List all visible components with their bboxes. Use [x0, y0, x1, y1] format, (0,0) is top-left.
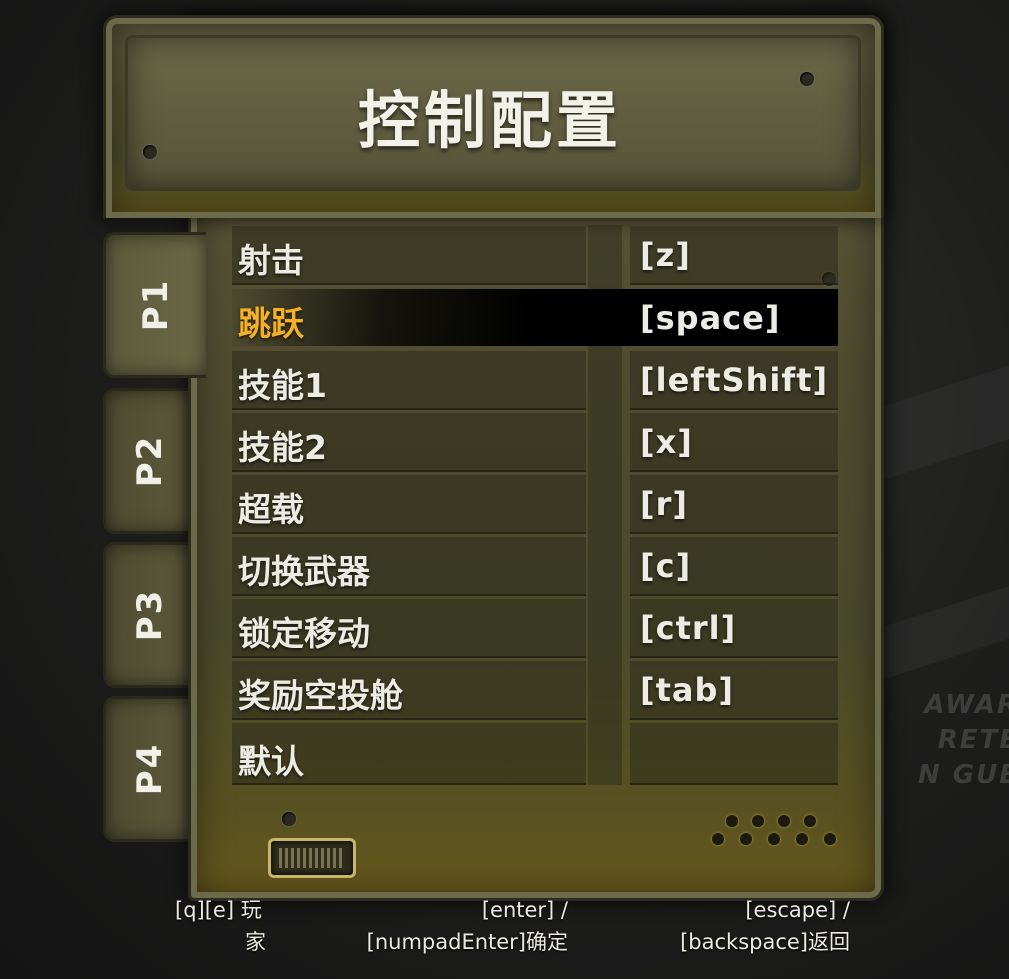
key-cell[interactable]: [z]	[630, 226, 838, 285]
key-cell[interactable]: [leftShift]	[630, 351, 838, 410]
action-label: 射击	[238, 241, 304, 280]
hint-line: 家	[245, 930, 266, 954]
rivet-hole	[740, 833, 752, 845]
vent-decoration	[268, 838, 356, 878]
key-cell[interactable]: [ctrl]	[630, 599, 838, 658]
key-cell[interactable]: [x]	[630, 413, 838, 472]
hint-line: [q][e] 玩	[175, 898, 262, 922]
key-label: [ctrl]	[640, 609, 737, 647]
tab-label: P4	[130, 742, 170, 796]
hint-line: [numpadEnter]确定	[366, 930, 568, 954]
action-cell: 切换武器	[232, 537, 586, 596]
vent-bars	[279, 848, 345, 868]
action-label: 技能1	[238, 366, 327, 405]
hint-line: [enter] /	[481, 898, 568, 922]
key-label: [z]	[640, 236, 691, 274]
tab-p3[interactable]: P3	[103, 542, 194, 688]
key-cell[interactable]: [tab]	[630, 661, 838, 720]
tab-label: P1	[136, 278, 176, 332]
binding-row-default[interactable]: 默认	[232, 723, 838, 785]
tab-p2[interactable]: P2	[103, 388, 194, 534]
tab-label: P3	[130, 588, 170, 642]
screw-icon	[800, 72, 814, 86]
player-switch-hint: [q][e] 玩 家	[175, 894, 266, 958]
binding-row-reward-pod[interactable]: 奖励空投舱 [tab]	[232, 661, 838, 720]
screw-icon	[143, 145, 157, 159]
action-label: 锁定移动	[238, 614, 370, 653]
tab-label: P2	[130, 434, 170, 488]
action-cell: 射击	[232, 226, 586, 285]
background-text: AWAR	[924, 690, 1009, 720]
rivet-hole	[796, 833, 808, 845]
action-cell: 奖励空投舱	[232, 661, 586, 720]
action-label: 超载	[238, 490, 304, 529]
default-button[interactable]: 默认	[232, 723, 586, 785]
action-label: 奖励空投舱	[238, 676, 403, 715]
background-text: N GUE	[917, 760, 1009, 790]
key-cell[interactable]: [r]	[630, 475, 838, 534]
action-cell: 技能2	[232, 413, 586, 472]
confirm-hint: [enter] / [numpadEnter]确定	[338, 894, 568, 958]
key-label: [c]	[640, 547, 692, 585]
binding-row-shoot[interactable]: 射击 [z]	[232, 226, 838, 285]
action-cell: 超载	[232, 475, 586, 534]
action-cell: 技能1	[232, 351, 586, 410]
rivet-hole	[768, 833, 780, 845]
back-hint: [escape] / [backspace]返回	[630, 894, 850, 958]
action-label: 跳跃	[238, 304, 304, 343]
binding-row-jump[interactable]: 跳跃 [space]	[232, 289, 838, 346]
action-label: 技能2	[238, 428, 327, 467]
rivet-hole	[804, 815, 816, 827]
rivet-hole	[824, 833, 836, 845]
key-label: [r]	[640, 485, 689, 523]
binding-row-switch-weapon[interactable]: 切换武器 [c]	[232, 537, 838, 596]
rivet-hole	[752, 815, 764, 827]
rivet-hole	[778, 815, 790, 827]
key-cell	[630, 723, 838, 785]
action-cell: 锁定移动	[232, 599, 586, 658]
hint-line: [escape] /	[745, 898, 850, 922]
hint-line: [backspace]返回	[680, 930, 850, 954]
binding-row-skill1[interactable]: 技能1 [leftShift]	[232, 351, 838, 410]
action-cell: 跳跃	[232, 289, 586, 346]
tab-p4[interactable]: P4	[103, 696, 194, 842]
key-label: [leftShift]	[640, 361, 829, 399]
page-title: 控制配置	[357, 84, 622, 157]
action-label: 默认	[238, 742, 304, 781]
key-label: [tab]	[640, 671, 735, 709]
screw-icon	[282, 812, 296, 826]
tab-p1-active[interactable]: P1	[103, 232, 206, 378]
rivet-hole	[726, 815, 738, 827]
action-label: 切换武器	[238, 552, 370, 591]
rivet-hole	[712, 833, 724, 845]
key-cell[interactable]: [space]	[630, 289, 838, 346]
key-label: [x]	[640, 423, 693, 461]
background-text: RETE	[937, 725, 1009, 755]
binding-row-skill2[interactable]: 技能2 [x]	[232, 413, 838, 472]
key-label: [space]	[640, 299, 781, 337]
binding-row-lock-move[interactable]: 锁定移动 [ctrl]	[232, 599, 838, 658]
binding-row-overload[interactable]: 超载 [r]	[232, 475, 838, 534]
key-cell[interactable]: [c]	[630, 537, 838, 596]
